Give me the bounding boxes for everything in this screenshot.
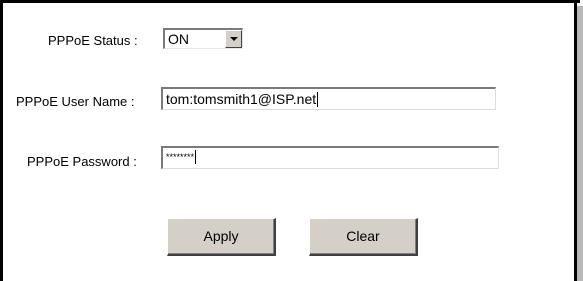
pppoe-status-value: ON (168, 31, 189, 47)
pppoe-username-value: tom:tomsmith1@ISP.net (166, 91, 319, 107)
panel-border-right (574, 0, 577, 281)
pppoe-password-label: PPPoE Password : (27, 154, 137, 169)
panel-border-top (0, 0, 580, 3)
pppoe-password-value: ******** (166, 150, 197, 164)
pppoe-username-input[interactable]: tom:tomsmith1@ISP.net (161, 87, 496, 110)
apply-button[interactable]: Apply (167, 218, 276, 256)
pppoe-password-input[interactable]: ******** (161, 146, 499, 169)
pppoe-status-label: PPPoE Status : (48, 33, 138, 48)
panel-border-left (0, 0, 3, 281)
chevron-down-icon (230, 37, 238, 41)
panel-shadow (577, 6, 583, 281)
pppoe-username-label: PPPoE User Name : (16, 94, 135, 109)
text-caret (195, 150, 197, 164)
pppoe-status-select[interactable]: ON (163, 28, 243, 49)
pppoe-settings-panel: PPPoE Status : ON PPPoE User Name : tom:… (0, 0, 583, 281)
text-caret (317, 92, 319, 107)
clear-button[interactable]: Clear (309, 218, 418, 256)
dropdown-button[interactable] (225, 30, 242, 48)
